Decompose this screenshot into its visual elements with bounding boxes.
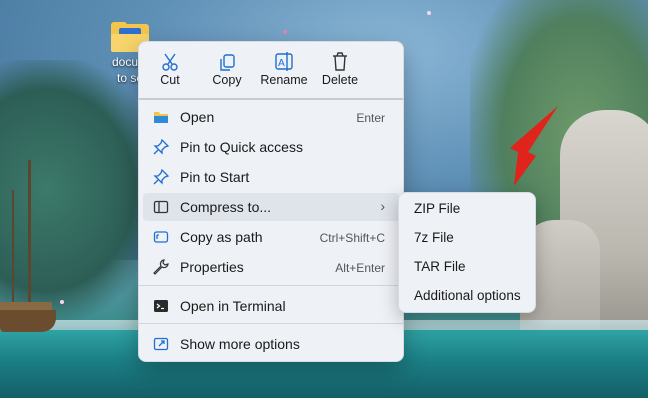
menu-item-label: Pin to Start xyxy=(180,169,250,185)
svg-text:A: A xyxy=(278,58,285,69)
submenu-item-label: ZIP File xyxy=(414,201,461,216)
menu-item-label: Properties xyxy=(180,259,244,275)
sparkle-decoration xyxy=(60,300,64,304)
menu-item-open[interactable]: Open Enter xyxy=(143,103,399,131)
chevron-right-icon: › xyxy=(380,198,385,214)
menu-item-copy-as-path[interactable]: Copy as path Ctrl+Shift+C xyxy=(143,223,399,251)
copy-icon xyxy=(220,54,235,71)
scissors-icon xyxy=(162,53,178,71)
menu-item-shortcut: Alt+Enter xyxy=(335,261,385,275)
folder-icon xyxy=(154,112,168,123)
menu-item-label: Pin to Quick access xyxy=(180,139,303,155)
submenu-item-7z[interactable]: 7z File xyxy=(403,224,531,252)
sparkle-decoration xyxy=(427,11,431,15)
cut-label: Cut xyxy=(160,73,180,87)
sparkle-decoration xyxy=(283,30,287,34)
rename-button[interactable]: A Rename xyxy=(256,48,312,94)
context-toolbar: Cut Copy A Rename Delete xyxy=(139,42,403,98)
toolbar-separator xyxy=(139,98,403,100)
ship-hull xyxy=(0,310,56,332)
share-icon xyxy=(153,337,169,351)
wallpaper-ship xyxy=(0,150,56,332)
menu-item-open-terminal[interactable]: Open in Terminal xyxy=(143,292,399,320)
red-arrow-icon xyxy=(510,106,558,186)
menu-item-label: Copy as path xyxy=(180,229,263,245)
submenu-item-label: 7z File xyxy=(414,230,454,245)
submenu-item-zip[interactable]: ZIP File xyxy=(403,195,531,223)
submenu-item-additional-options[interactable]: Additional options xyxy=(403,282,531,310)
menu-item-properties[interactable]: Properties Alt+Enter xyxy=(143,253,399,281)
submenu-item-label: TAR File xyxy=(414,259,466,274)
menu-item-label: Open xyxy=(180,109,215,125)
menu-item-pin-quick-access[interactable]: Pin to Quick access xyxy=(143,133,399,161)
ship-mast-rear xyxy=(12,190,14,320)
copy-label: Copy xyxy=(212,73,242,87)
ship-mast xyxy=(28,160,31,320)
delete-label: Delete xyxy=(321,73,359,87)
menu-item-compress[interactable]: Compress to... › xyxy=(143,193,399,221)
trash-icon xyxy=(333,52,347,71)
context-menu: Cut Copy A Rename Delete Open Enter Pin … xyxy=(138,41,404,362)
terminal-icon xyxy=(154,300,168,312)
pin-icon xyxy=(153,169,169,185)
compress-icon xyxy=(153,200,169,214)
menu-separator xyxy=(139,285,403,286)
menu-item-shortcut: Ctrl+Shift+C xyxy=(319,231,385,245)
menu-item-show-more-options[interactable]: Show more options xyxy=(143,330,399,358)
submenu-item-tar[interactable]: TAR File xyxy=(403,253,531,281)
rename-icon: A xyxy=(275,52,293,71)
submenu-item-label: Additional options xyxy=(414,288,521,303)
menu-item-label: Compress to... xyxy=(180,199,272,215)
path-icon xyxy=(153,231,169,243)
menu-item-label: Show more options xyxy=(180,336,300,352)
menu-item-pin-start[interactable]: Pin to Start xyxy=(143,163,399,191)
pin-icon xyxy=(153,139,169,155)
wrench-icon xyxy=(153,259,169,275)
rename-label: Rename xyxy=(260,73,308,87)
menu-item-label: Open in Terminal xyxy=(180,298,286,314)
delete-button[interactable]: Delete xyxy=(312,48,368,94)
menu-separator xyxy=(139,323,403,324)
menu-item-shortcut: Enter xyxy=(356,111,385,125)
copy-button[interactable]: Copy xyxy=(199,48,255,94)
cut-button[interactable]: Cut xyxy=(142,48,198,94)
compress-submenu: ZIP File 7z File TAR File Additional opt… xyxy=(398,192,536,313)
